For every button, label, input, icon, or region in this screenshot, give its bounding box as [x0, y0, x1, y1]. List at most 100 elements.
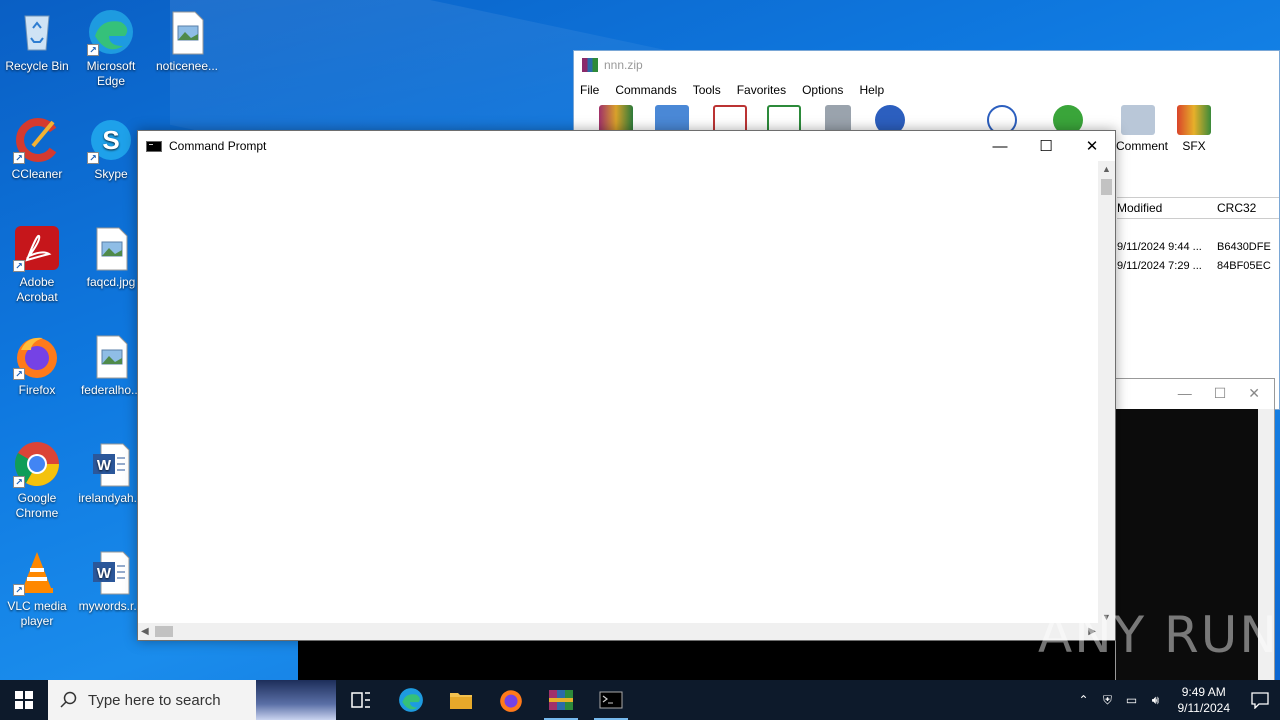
skype-icon: S ↗: [87, 116, 135, 164]
desktop-icon-vlc[interactable]: ↗ VLC media player: [0, 548, 75, 629]
menu-options[interactable]: Options: [802, 83, 851, 97]
row-crc: 84BF05EC: [1217, 259, 1271, 272]
taskbar-search-box[interactable]: Type here to search: [48, 680, 336, 720]
table-row[interactable]: 9/11/2024 9:44 ... B6430DFE: [1117, 237, 1279, 256]
desktop-icon-firefox[interactable]: ↗ Firefox: [0, 332, 75, 398]
scroll-left-arrow-icon[interactable]: ◀: [141, 623, 149, 640]
maximize-icon: ☐: [1039, 138, 1053, 155]
desktop-icon-label: noticenee...: [155, 59, 219, 73]
desktop-icon-label: Adobe Acrobat: [16, 275, 58, 304]
windows-logo-icon: [15, 691, 33, 709]
maximize-button[interactable]: ☐: [1023, 131, 1069, 161]
column-modified[interactable]: Modified: [1117, 201, 1217, 215]
clock-time: 9:49 AM: [1181, 685, 1226, 699]
horizontal-scrollbar[interactable]: ◀ ▶: [138, 623, 1100, 640]
start-button[interactable]: [0, 680, 48, 720]
svg-text:W: W: [97, 565, 112, 582]
svg-text:W: W: [97, 457, 112, 474]
winrar-titlebar[interactable]: nnn.zip: [574, 51, 1279, 79]
column-crc32[interactable]: CRC32: [1217, 201, 1256, 215]
row-crc: B6430DFE: [1217, 240, 1271, 253]
menu-tools[interactable]: Tools: [693, 83, 729, 97]
menu-help[interactable]: Help: [859, 83, 892, 97]
close-button[interactable]: ✕: [1069, 131, 1115, 161]
clock-date: 9/11/2024: [1177, 701, 1231, 715]
tool-comment-label: Comment: [1115, 139, 1168, 153]
minimize-icon: —: [992, 137, 1008, 155]
minimize-icon[interactable]: —: [1178, 385, 1192, 401]
task-view-button[interactable]: [336, 680, 386, 720]
desktop-icon-edge[interactable]: ↗ Microsoft Edge: [73, 8, 149, 89]
comment-icon: [1121, 105, 1155, 135]
word-doc-icon: W: [87, 440, 135, 488]
winrar-column-header: Modified CRC32: [1117, 197, 1279, 219]
menu-favorites[interactable]: Favorites: [737, 83, 794, 97]
svg-text:S: S: [102, 125, 119, 155]
menu-file[interactable]: File: [580, 83, 607, 97]
anyrun-watermark: ANY RUN: [1038, 606, 1279, 664]
table-row[interactable]: 9/11/2024 7:29 ... 84BF05EC: [1117, 256, 1279, 275]
taskbar-firefox-button[interactable]: [486, 680, 536, 720]
taskbar-edge-button[interactable]: [386, 680, 436, 720]
search-icon: [60, 691, 77, 708]
desktop-icon-ccleaner[interactable]: ↗ CCleaner: [0, 116, 75, 182]
ccleaner-icon: ↗: [13, 116, 61, 164]
network-icon[interactable]: ▭: [1120, 693, 1144, 707]
desktop-icon-label: Google Chrome: [15, 491, 59, 520]
shortcut-arrow-icon: ↗: [13, 584, 25, 596]
window-title: Command Prompt: [169, 139, 267, 153]
tool-comment-button[interactable]: Comment: [1108, 105, 1168, 153]
desktop-icon-recycle-bin[interactable]: Recycle Bin: [0, 8, 75, 74]
security-icon[interactable]: ⛨: [1096, 693, 1120, 708]
scroll-up-arrow-icon[interactable]: ▲: [1098, 161, 1115, 178]
acrobat-icon: ↗: [13, 224, 61, 272]
vlc-icon: ↗: [13, 548, 61, 596]
desktop-icon-label: Microsoft Edge: [86, 59, 136, 88]
desktop-icon-label: CCleaner: [11, 167, 63, 181]
close-icon: ✕: [1085, 138, 1099, 155]
volume-icon[interactable]: 🔊︎: [1144, 693, 1168, 708]
search-placeholder: Type here to search: [88, 691, 221, 709]
search-highlight-image: [256, 680, 336, 720]
taskbar: Type here to search ⌃ ⛨ ▭ 🔊︎ 9:49 AM 9/1…: [0, 680, 1280, 720]
taskbar-explorer-button[interactable]: [436, 680, 486, 720]
edge-icon: [399, 688, 423, 712]
winrar-icon: [549, 690, 573, 710]
desktop-icon-label: Firefox: [18, 383, 56, 397]
task-view-icon: [351, 692, 370, 708]
vertical-scrollbar[interactable]: ▲ ▼: [1098, 161, 1115, 626]
winrar-title: nnn.zip: [604, 58, 643, 72]
desktop-icon-chrome[interactable]: ↗ Google Chrome: [0, 440, 75, 521]
scroll-thumb[interactable]: [155, 626, 173, 637]
shortcut-arrow-icon: ↗: [87, 44, 99, 56]
close-icon[interactable]: ✕: [1248, 385, 1260, 402]
shortcut-arrow-icon: ↗: [13, 368, 25, 380]
console-app-icon: [146, 140, 162, 152]
taskbar-cmd-button[interactable]: [586, 680, 636, 720]
desktop-icon-acrobat[interactable]: ↗ Adobe Acrobat: [0, 224, 75, 305]
minimize-button[interactable]: —: [977, 131, 1023, 161]
command-prompt-titlebar[interactable]: Command Prompt: [138, 131, 1115, 161]
shortcut-arrow-icon: ↗: [13, 476, 25, 488]
shortcut-arrow-icon: ↗: [87, 152, 99, 164]
chrome-icon: ↗: [13, 440, 61, 488]
show-hidden-icons-chevron-icon[interactable]: ⌃: [1072, 693, 1096, 707]
scroll-thumb[interactable]: [1101, 179, 1112, 195]
firefox-icon: [500, 690, 522, 712]
tool-sfx-button[interactable]: SFX: [1172, 105, 1216, 153]
command-prompt-window[interactable]: Command Prompt — ☐ ✕ ▲ ▼ ◀ ▶: [137, 130, 1116, 641]
notifications-button[interactable]: [1240, 680, 1280, 720]
tool-sfx-label: SFX: [1182, 139, 1206, 153]
desktop-icon-label: VLC media player: [7, 599, 67, 628]
taskbar-clock[interactable]: 9:49 AM 9/11/2024: [1168, 684, 1241, 716]
menu-commands[interactable]: Commands: [615, 83, 684, 97]
row-modified: 9/11/2024 7:29 ...: [1117, 259, 1202, 272]
maximize-icon[interactable]: ☐: [1214, 385, 1227, 402]
taskbar-winrar-button[interactable]: [536, 680, 586, 720]
background-console-titlebar[interactable]: — ☐ ✕: [1116, 379, 1274, 407]
word-doc-icon: W: [87, 548, 135, 596]
folder-icon: [450, 693, 472, 709]
console-content-area[interactable]: [138, 161, 1098, 623]
desktop-icon-noticenee[interactable]: noticenee...: [149, 8, 225, 74]
console-icon: [599, 691, 623, 709]
